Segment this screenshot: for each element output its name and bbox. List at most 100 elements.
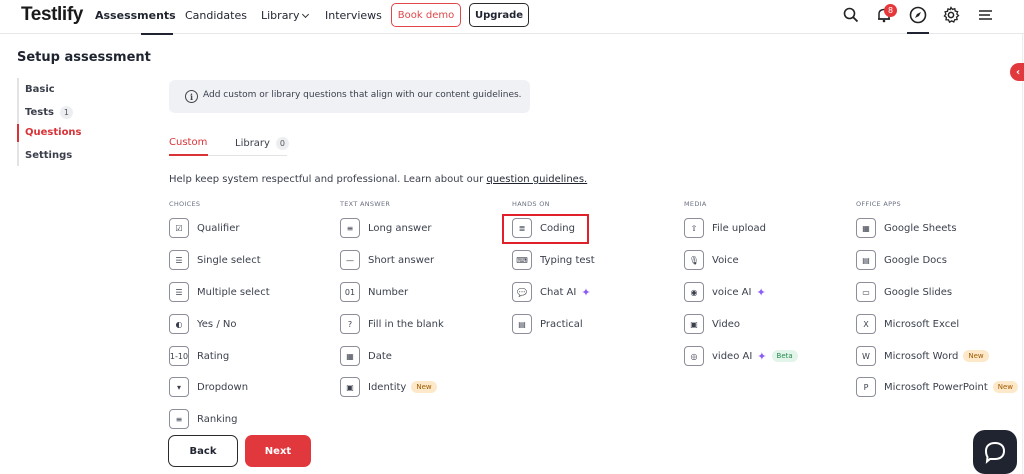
google-sheets-icon: ▦ (856, 218, 876, 238)
question-type-label: Number (368, 286, 409, 298)
question-type-date[interactable]: ▦ Date (340, 345, 392, 367)
nav-interviews[interactable]: Interviews (325, 9, 382, 22)
question-type-qualifier[interactable]: ☑ Qualifier (169, 217, 239, 239)
dropdown-icon: ▾ (169, 377, 189, 397)
word-icon: W (856, 346, 876, 366)
sidebar-item-basic[interactable]: Basic (25, 84, 55, 95)
ai-sparkle-icon: ✦ (581, 285, 591, 299)
tab-active-underline (169, 154, 208, 156)
question-type-ranking[interactable]: ≡ Ranking (169, 408, 237, 430)
search-icon[interactable] (840, 4, 862, 26)
nav-library[interactable]: Library (261, 9, 310, 22)
question-type-google-slides[interactable]: ▭ Google Slides (856, 281, 952, 303)
new-badge: New (411, 381, 437, 393)
question-type-label: Rating (197, 350, 230, 362)
long-text-icon: ≡ (340, 218, 360, 238)
back-button[interactable]: Back (168, 435, 238, 467)
question-type-single-select[interactable]: ☰ Single select (169, 249, 261, 271)
question-type-label: Microsoft Word (884, 350, 959, 362)
question-type-yes-no[interactable]: ◐ Yes / No (169, 313, 236, 335)
chat-icon: 💬 (512, 282, 532, 302)
question-type-label: Multiple select (197, 286, 270, 298)
new-badge: New (963, 350, 989, 362)
question-guidelines-link[interactable]: question guidelines. (486, 174, 587, 185)
microphone-icon: 🎙 (684, 250, 704, 270)
question-type-microsoft-word[interactable]: W Microsoft Word New (856, 345, 989, 367)
question-type-label: Dropdown (197, 381, 249, 393)
sidebar-item-label: Tests (25, 107, 54, 118)
coding-highlight-box (502, 214, 589, 244)
list-icon: ☰ (169, 250, 189, 270)
question-type-microsoft-excel[interactable]: X Microsoft Excel (856, 313, 959, 335)
question-type-typing-test[interactable]: ⌨ Typing test (512, 249, 595, 271)
tab-library-label: Library (235, 138, 270, 149)
right-panel-border (1022, 34, 1023, 474)
ranking-icon: ≡ (169, 409, 189, 429)
notification-badge: 8 (884, 4, 897, 17)
question-type-practical[interactable]: ▤ Practical (512, 313, 583, 335)
question-type-google-docs[interactable]: ▤ Google Docs (856, 249, 947, 271)
menu-icon[interactable] (974, 4, 996, 26)
rating-scale-icon: 1-10 (169, 346, 189, 366)
question-type-voice[interactable]: 🎙 Voice (684, 249, 739, 271)
sidebar-item-settings[interactable]: Settings (25, 150, 72, 161)
question-type-microsoft-powerpoint[interactable]: P Microsoft PowerPoint New (856, 376, 1019, 398)
keyboard-icon: ⌨ (512, 250, 532, 270)
book-demo-button[interactable]: Book demo (391, 3, 461, 27)
question-type-video[interactable]: ▣ Video (684, 313, 740, 335)
question-type-file-upload[interactable]: ⇧ File upload (684, 217, 766, 239)
chevron-down-icon (302, 10, 310, 19)
ai-sparkle-icon: ✦ (756, 285, 766, 299)
powerpoint-icon: P (856, 377, 876, 397)
question-type-rating[interactable]: 1-10 Rating (169, 345, 229, 367)
sidebar-item-questions[interactable]: Questions (25, 127, 82, 138)
question-type-multiple-select[interactable]: ☰ Multiple select (169, 281, 270, 303)
question-type-long-answer[interactable]: ≡ Long answer (340, 217, 432, 239)
question-type-label: Google Sheets (884, 222, 957, 234)
question-type-chat-ai[interactable]: 💬 Chat AI ✦ (512, 281, 591, 303)
nav-candidates[interactable]: Candidates (185, 9, 247, 22)
logo[interactable]: Testlify (21, 4, 83, 26)
library-count-badge: 0 (275, 137, 289, 150)
question-type-label: Yes / No (197, 318, 237, 330)
tests-count-badge: 1 (59, 106, 73, 119)
upgrade-button[interactable]: Upgrade (469, 3, 529, 27)
question-type-label: Long answer (368, 222, 432, 234)
collapse-panel-button[interactable]: ‹ (1010, 63, 1024, 81)
question-type-label: Ranking (197, 413, 238, 425)
nav-assessments[interactable]: Assessments (95, 9, 176, 22)
question-type-short-answer[interactable]: — Short answer (340, 249, 434, 271)
fill-blank-icon: ? (340, 314, 360, 334)
column-heading: HANDS ON (512, 200, 550, 208)
info-icon: i (185, 90, 198, 103)
question-type-dropdown[interactable]: ▾ Dropdown (169, 376, 248, 398)
question-type-label: Date (368, 350, 392, 362)
question-type-fill-in-the-blank[interactable]: ? Fill in the blank (340, 313, 444, 335)
gear-icon[interactable] (940, 4, 962, 26)
half-circle-icon: ◐ (169, 314, 189, 334)
top-navbar: Testlify Assessments Candidates Library … (0, 0, 1024, 34)
tab-custom[interactable]: Custom (169, 137, 207, 148)
question-type-voice-ai[interactable]: ◉ voice AI ✦ (684, 281, 766, 303)
question-type-google-sheets[interactable]: ▦ Google Sheets (856, 217, 957, 239)
question-type-number[interactable]: 01 Number (340, 281, 408, 303)
support-chat-button[interactable] (973, 430, 1017, 474)
practical-icon: ▤ (512, 314, 532, 334)
help-message: Help keep system respectful and professi… (169, 174, 487, 185)
info-banner: i Add custom or library questions that a… (169, 80, 530, 113)
tab-library[interactable]: Library 0 (235, 137, 289, 150)
sidebar-item-tests[interactable]: Tests 1 (25, 106, 73, 119)
question-type-label: Voice (712, 254, 739, 266)
beta-badge: Beta (771, 350, 798, 362)
question-type-video-ai[interactable]: ◎ video AI ✦ Beta (684, 345, 798, 367)
compass-icon[interactable] (907, 4, 929, 26)
google-docs-icon: ▤ (856, 250, 876, 270)
file-upload-icon: ⇧ (684, 218, 704, 238)
help-text: Help keep system respectful and professi… (169, 174, 587, 185)
question-type-identity[interactable]: ▣ Identity New (340, 376, 437, 398)
short-text-icon: — (340, 250, 360, 270)
column-heading: TEXT ANSWER (340, 200, 391, 208)
question-type-label: Single select (197, 254, 261, 266)
next-button[interactable]: Next (245, 435, 311, 467)
question-type-label: Microsoft PowerPoint (884, 381, 988, 393)
